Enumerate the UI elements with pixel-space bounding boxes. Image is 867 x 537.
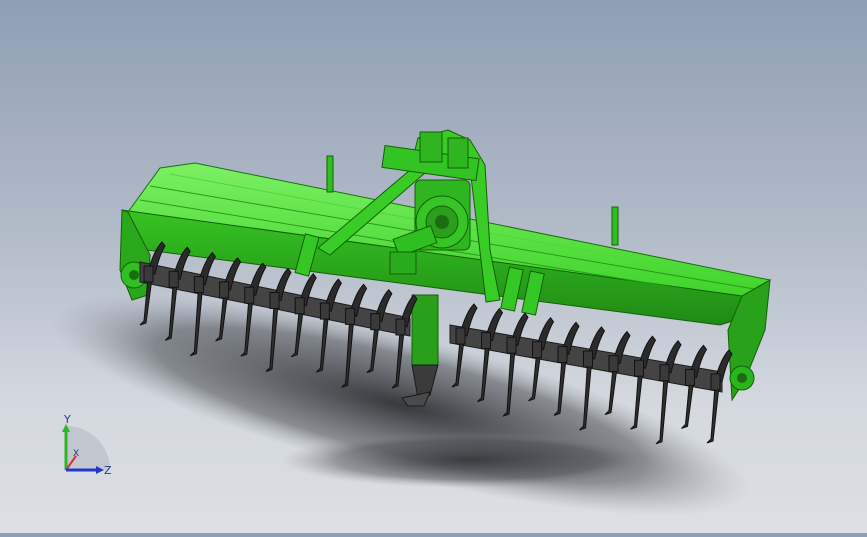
blade-flange [583, 350, 593, 368]
blade-flange [193, 276, 204, 294]
blade-flange [345, 307, 356, 325]
blade-flange [294, 297, 305, 315]
view-orientation-triad[interactable]: Y X Z [52, 412, 122, 482]
blade-flange [319, 302, 330, 320]
model-scene[interactable] [0, 0, 867, 533]
blade-flange [557, 345, 568, 363]
y-axis-label: Y [63, 413, 71, 426]
blade-flange [634, 359, 644, 377]
blade-flange [219, 281, 230, 299]
blade-flange [244, 286, 255, 304]
blade-flange [608, 355, 619, 373]
z-axis-label: Z [104, 464, 112, 477]
blade-flange [659, 364, 670, 382]
graphics-viewport[interactable]: Y X Z [0, 0, 867, 533]
blade-flange [506, 336, 517, 354]
blade-lower [681, 380, 695, 429]
blade-flange [168, 270, 179, 288]
blade-flange [143, 265, 154, 283]
blade-flange [710, 373, 721, 391]
blade-flange [532, 341, 542, 359]
x-axis-label: X [73, 449, 79, 459]
blade-flange [269, 292, 280, 309]
blade-flange [395, 318, 406, 336]
blade-flange [481, 332, 491, 350]
blade-flange [455, 327, 466, 345]
blade-flange [370, 313, 381, 331]
blade-lower [706, 385, 720, 444]
blade-flange [685, 368, 695, 386]
